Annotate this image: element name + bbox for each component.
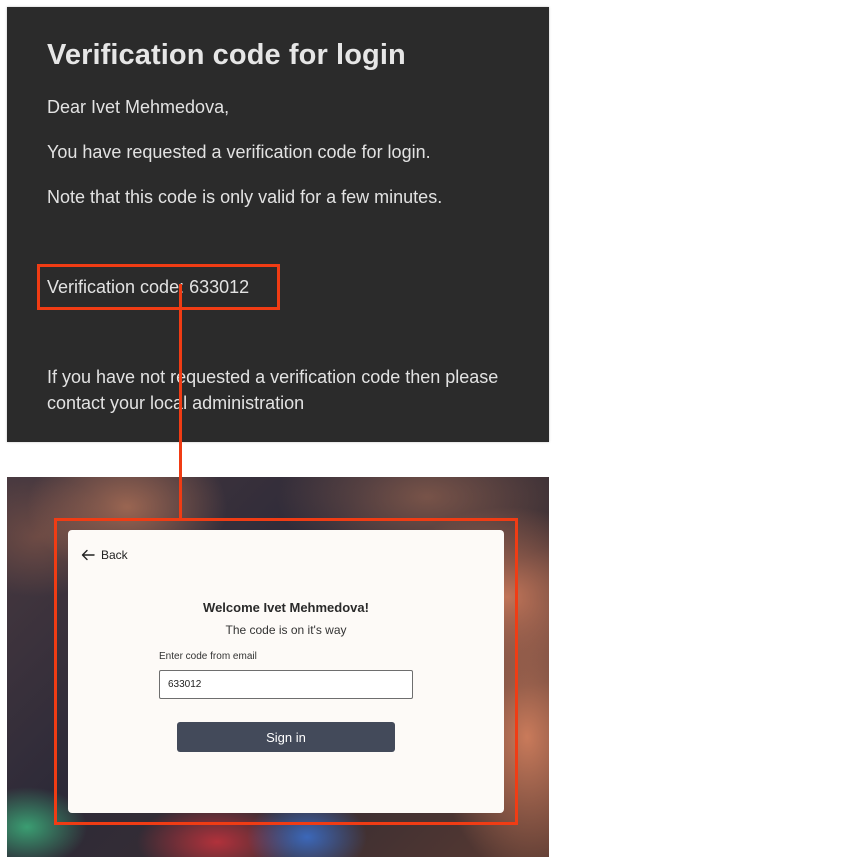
email-contact-line: If you have not requested a verification… (47, 367, 499, 413)
email-greeting: Dear Ivet Mehmedova, (47, 97, 230, 117)
login-background-photo: Back Welcome Ivet Mehmedova! The code is… (7, 477, 549, 857)
code-sent-subtitle: The code is on it's way (225, 623, 347, 637)
email-title: Verification code for login (47, 39, 406, 71)
code-field-label: Enter code from email (159, 651, 257, 662)
arrow-left-icon (81, 549, 95, 561)
welcome-heading: Welcome Ivet Mehmedova! (203, 600, 369, 615)
login-card: Back Welcome Ivet Mehmedova! The code is… (68, 530, 504, 813)
email-panel: Verification code for login Dear Ivet Me… (7, 7, 549, 442)
verification-code-input[interactable] (159, 670, 413, 699)
back-label: Back (101, 548, 128, 562)
email-note-line: Note that this code is only valid for a … (47, 187, 443, 207)
verification-code-text: Verification code: 633012 (47, 277, 250, 297)
back-button[interactable]: Back (81, 548, 128, 562)
email-request-line: You have requested a verification code f… (47, 142, 431, 162)
sign-in-button[interactable]: Sign in (177, 722, 395, 752)
